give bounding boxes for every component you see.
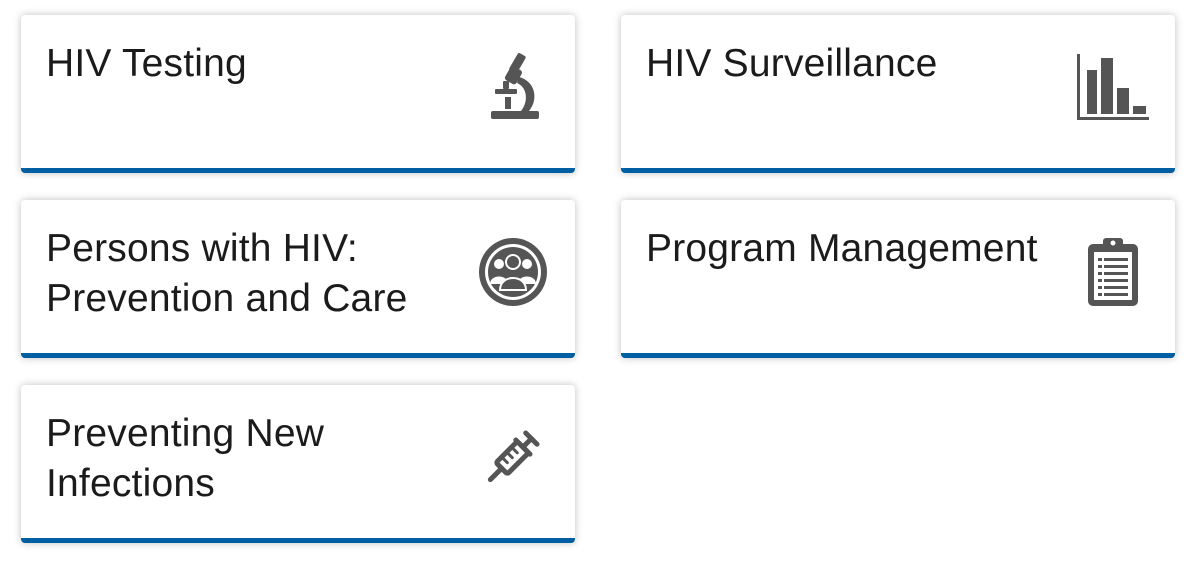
card-title: HIV Surveillance <box>646 42 938 85</box>
card-program-management[interactable]: Program Management <box>621 200 1175 358</box>
card-hiv-testing[interactable]: HIV Testing <box>21 15 575 173</box>
people-group-icon <box>477 236 549 308</box>
card-title: Preventing New Infections <box>46 412 325 505</box>
syringe-icon <box>477 421 549 493</box>
card-title: HIV Testing <box>46 42 247 85</box>
card-preventing-new-infections[interactable]: Preventing New Infections <box>21 385 575 543</box>
microscope-icon <box>477 51 549 123</box>
card-hiv-surveillance[interactable]: HIV Surveillance <box>621 15 1175 173</box>
card-persons-with-hiv[interactable]: Persons with HIV: Prevention and Care <box>21 200 575 358</box>
bar-chart-icon <box>1077 51 1149 123</box>
card-title: Program Management <box>646 227 1038 270</box>
clipboard-icon <box>1077 236 1149 308</box>
card-title: Persons with HIV: Prevention and Care <box>46 227 408 320</box>
